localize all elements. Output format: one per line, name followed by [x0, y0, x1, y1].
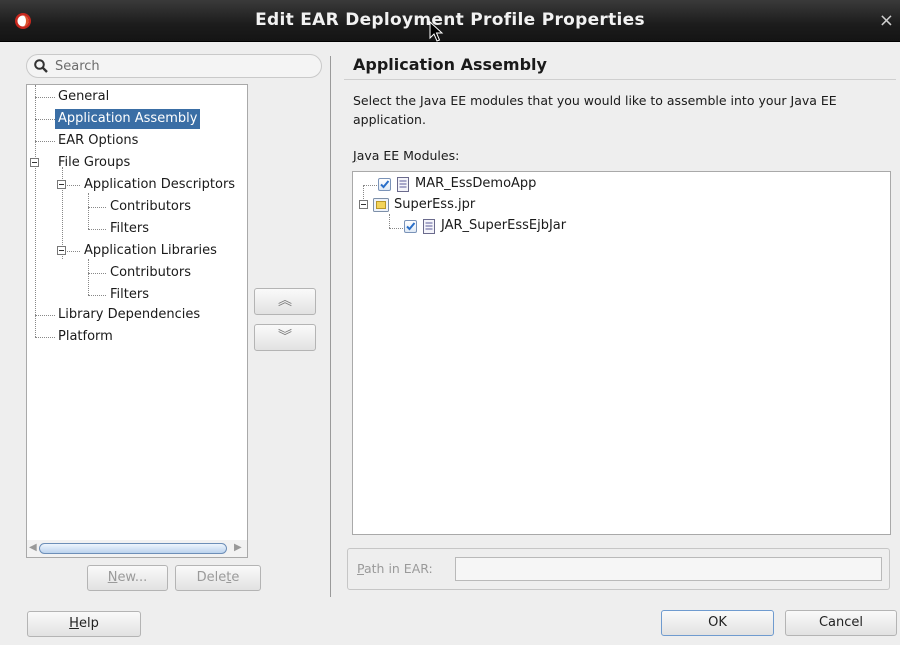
module-checkbox-jar[interactable]	[404, 220, 417, 233]
java-ee-modules-label: Java EE Modules:	[353, 148, 459, 163]
new-button-mnemonic: N	[107, 570, 118, 585]
checkmark-icon	[406, 222, 416, 231]
tree-item-application-assembly[interactable]: Application Assembly	[55, 109, 201, 129]
close-icon[interactable]: ×	[879, 10, 894, 31]
panel-divider	[330, 56, 331, 597]
document-icon	[423, 219, 435, 234]
delete-button-label-start: Dele	[196, 570, 227, 585]
tree-item-file-groups[interactable]: File Groups	[58, 153, 130, 173]
tree-connector	[88, 273, 106, 274]
module-checkbox-mar[interactable]	[378, 178, 391, 191]
tree-connector	[35, 141, 55, 142]
help-button[interactable]: Help	[27, 611, 141, 637]
tree-connector	[35, 97, 55, 98]
module-item-mar-essdemoapp[interactable]: MAR_EssDemoApp	[415, 174, 536, 194]
search-input[interactable]	[55, 57, 315, 75]
delete-button-label-end: e	[231, 570, 240, 585]
tree-connector	[88, 259, 89, 295]
project-folder-icon	[373, 198, 389, 212]
tree-item-application-libraries[interactable]: Application Libraries	[84, 241, 217, 261]
tree-connector	[88, 193, 89, 229]
tree-connector	[35, 315, 55, 316]
tree-item-platform[interactable]: Platform	[58, 327, 113, 347]
path-in-ear-label: Path in EAR:	[357, 561, 433, 576]
tree-item-library-dependencies[interactable]: Library Dependencies	[58, 305, 200, 325]
tree-connector	[35, 119, 55, 120]
title-bar: Edit EAR Deployment Profile Properties ×	[0, 0, 900, 42]
cancel-button[interactable]: Cancel	[785, 610, 897, 636]
tree-item-descriptors-contributors[interactable]: Contributors	[110, 197, 191, 217]
tree-item-libraries-contributors[interactable]: Contributors	[110, 263, 191, 283]
modules-label-text: ava EE Modules:	[356, 148, 460, 163]
double-chevron-down-icon: ︾	[278, 329, 292, 345]
module-item-superess-jpr[interactable]: SuperEss.jpr	[394, 195, 475, 215]
delete-button[interactable]: Delete	[175, 565, 261, 591]
help-button-label: elp	[78, 616, 99, 631]
help-button-mnemonic: H	[69, 616, 79, 631]
tree-connector	[35, 85, 36, 337]
path-label-mnemonic: P	[357, 561, 364, 576]
tree-connector	[389, 228, 403, 229]
panel-description: Select the Java EE modules that you woul…	[353, 93, 837, 127]
path-in-ear-input[interactable]	[455, 557, 882, 581]
collapse-icon[interactable]	[57, 246, 66, 255]
window-title: Edit EAR Deployment Profile Properties	[255, 10, 645, 30]
tree-connector	[35, 337, 55, 338]
tree-item-general[interactable]: General	[58, 87, 109, 107]
collapse-icon[interactable]	[57, 180, 66, 189]
module-item-jar-superessejbjar[interactable]: JAR_SuperEssEjbJar	[441, 216, 566, 236]
document-icon	[397, 177, 409, 192]
tree-item-ear-options[interactable]: EAR Options	[58, 131, 138, 151]
tree-connector	[363, 185, 377, 186]
tree-item-application-descriptors[interactable]: Application Descriptors	[84, 175, 235, 195]
tree-horizontal-scrollbar[interactable]: ◀ ▶	[27, 540, 247, 557]
new-button-label: ew...	[117, 570, 148, 585]
mouse-cursor-icon	[429, 21, 444, 42]
collapse-icon[interactable]	[30, 158, 39, 167]
scrollbar-thumb[interactable]	[39, 543, 227, 554]
scroll-right-icon[interactable]: ▶	[234, 542, 242, 553]
collapse-icon[interactable]	[359, 200, 368, 209]
double-chevron-up-icon: ︽	[278, 293, 292, 309]
tree-connector	[389, 214, 390, 228]
checkmark-icon	[380, 180, 390, 189]
tree-item-descriptors-filters[interactable]: Filters	[110, 219, 149, 239]
java-ee-modules-tree[interactable]: MAR_EssDemoApp SuperEss.jpr JAR_SuperEss…	[352, 171, 891, 535]
search-icon	[34, 59, 48, 73]
title-divider	[344, 79, 896, 80]
new-button[interactable]: New...	[87, 565, 168, 591]
panel-title: Application Assembly	[353, 55, 547, 74]
scroll-left-icon[interactable]: ◀	[29, 542, 37, 553]
move-down-button[interactable]: ︾	[254, 324, 316, 351]
tree-connector	[88, 229, 106, 230]
move-up-button[interactable]: ︽	[254, 288, 316, 315]
navigation-tree[interactable]: General Application Assembly EAR Options…	[26, 84, 248, 558]
tree-connector	[88, 207, 106, 208]
tree-item-libraries-filters[interactable]: Filters	[110, 285, 149, 305]
path-label-text: ath in EAR:	[363, 561, 433, 576]
search-box[interactable]	[26, 54, 322, 78]
ok-button[interactable]: OK	[661, 610, 774, 636]
tree-connector	[88, 295, 106, 296]
